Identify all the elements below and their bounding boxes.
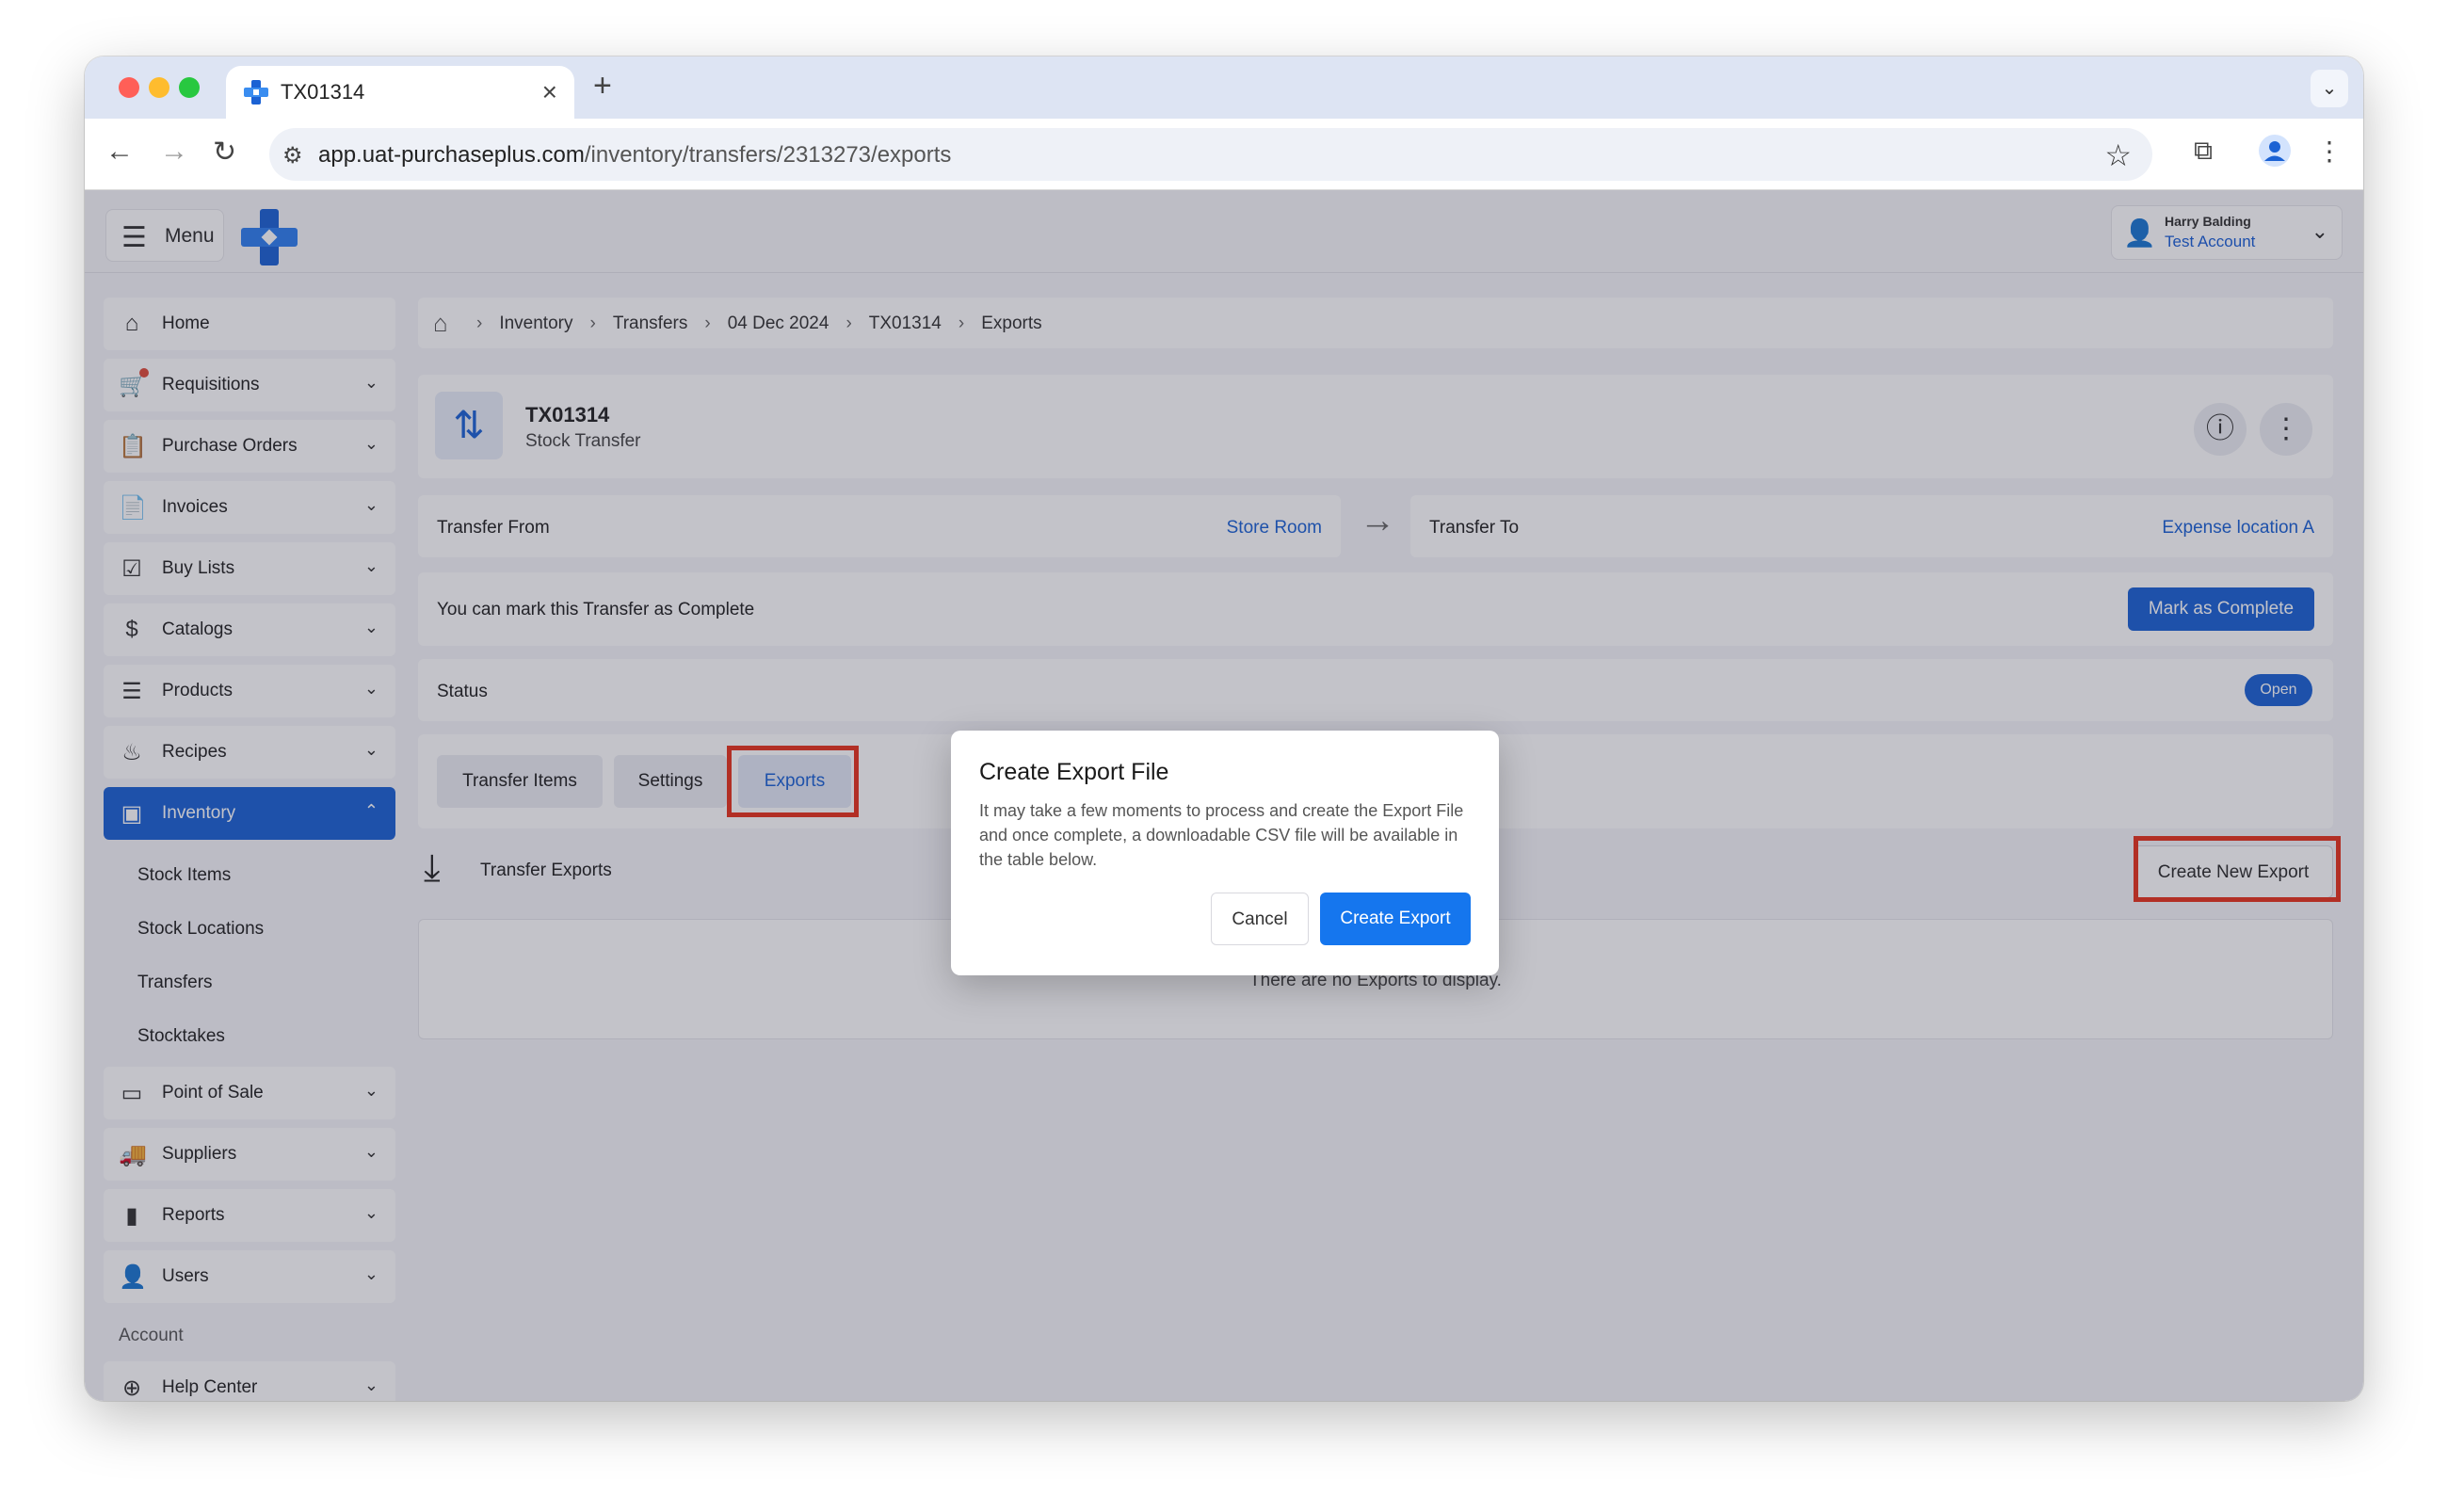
- forward-arrow-icon[interactable]: →: [160, 136, 188, 168]
- browser-toolbar: ← → ↻ ⚙ app.uat-purchaseplus.com/invento…: [85, 119, 2363, 190]
- new-tab-button[interactable]: +: [593, 68, 612, 105]
- site-favicon-icon: [244, 80, 268, 105]
- dialog-body: It may take a few moments to process and…: [979, 801, 1464, 869]
- site-settings-icon[interactable]: ⚙: [282, 142, 303, 169]
- bookmark-star-icon[interactable]: ☆: [2104, 137, 2132, 173]
- cancel-button[interactable]: Cancel: [1211, 893, 1309, 945]
- close-window-button[interactable]: [119, 77, 139, 98]
- tab-search-chevron-icon[interactable]: ⌄: [2311, 70, 2348, 107]
- maximize-window-button[interactable]: [179, 77, 200, 98]
- back-arrow-icon[interactable]: ←: [105, 136, 134, 168]
- url-path: /inventory/transfers/2313273/exports: [584, 142, 952, 168]
- create-export-dialog: Create Export File It may take a few mom…: [951, 731, 1499, 975]
- profile-avatar-icon[interactable]: [2258, 134, 2292, 168]
- dialog-title: Create Export File: [979, 759, 1169, 785]
- url-host: app.uat-purchaseplus.com: [318, 142, 585, 168]
- reload-icon[interactable]: ↻: [213, 136, 236, 169]
- browser-menu-icon[interactable]: ⋮: [2316, 136, 2343, 167]
- app-content: ☰ Menu 👤 Harry Balding Test Account ⌄ ⌂ …: [85, 190, 2363, 1401]
- address-bar[interactable]: ⚙ app.uat-purchaseplus.com/inventory/tra…: [269, 128, 2152, 181]
- tab-title: TX01314: [281, 80, 365, 104]
- tab-close-icon[interactable]: ×: [542, 77, 557, 107]
- browser-window: TX01314 × + ⌄ ← → ↻ ⚙ app.uat-purchasepl…: [85, 56, 2363, 1401]
- create-export-button[interactable]: Create Export: [1320, 893, 1471, 945]
- browser-tab[interactable]: TX01314 ×: [226, 66, 574, 119]
- tab-strip: TX01314 × + ⌄: [85, 56, 2363, 119]
- extensions-icon[interactable]: ⧉: [2194, 136, 2213, 167]
- url-text: app.uat-purchaseplus.com/inventory/trans…: [318, 142, 951, 169]
- minimize-window-button[interactable]: [149, 77, 169, 98]
